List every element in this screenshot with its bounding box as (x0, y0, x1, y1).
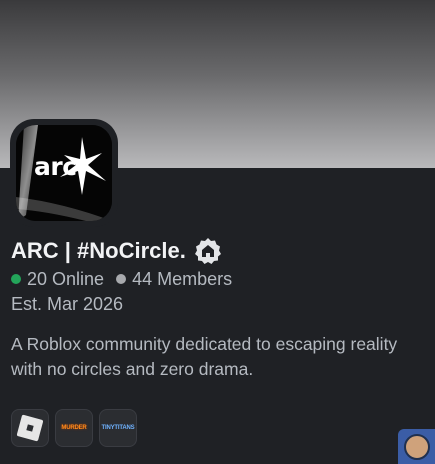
members-dot (116, 274, 127, 284)
game-roblox[interactable] (11, 409, 49, 447)
server-icon[interactable]: arc (16, 125, 112, 221)
user-avatar[interactable] (398, 429, 435, 464)
roblox-icon (16, 414, 44, 442)
game-tiny-titans[interactable]: TINYTITANS (99, 409, 137, 447)
online-status-dot (11, 274, 21, 284)
game-list: MURDER TINYTITANS (11, 409, 137, 447)
game-murder-mystery[interactable]: MURDER (55, 409, 93, 447)
server-stats: 20 Online 44 Members (11, 268, 232, 290)
server-name: ARC | #NoCircle. (11, 238, 186, 263)
server-icon-text: arc (34, 152, 77, 181)
tiny-titans-icon: TINYTITANS (101, 425, 135, 431)
established-date: Est. Mar 2026 (11, 294, 124, 314)
community-badge-icon[interactable] (194, 237, 222, 265)
murder-mystery-icon: MURDER (61, 425, 87, 431)
member-count: 44 Members (132, 268, 233, 289)
server-name-row: ARC | #NoCircle. (11, 236, 222, 266)
online-count: 20 Online (27, 268, 105, 289)
server-description: A Roblox community dedicated to escaping… (11, 334, 398, 379)
avatar-face-icon (403, 433, 430, 460)
